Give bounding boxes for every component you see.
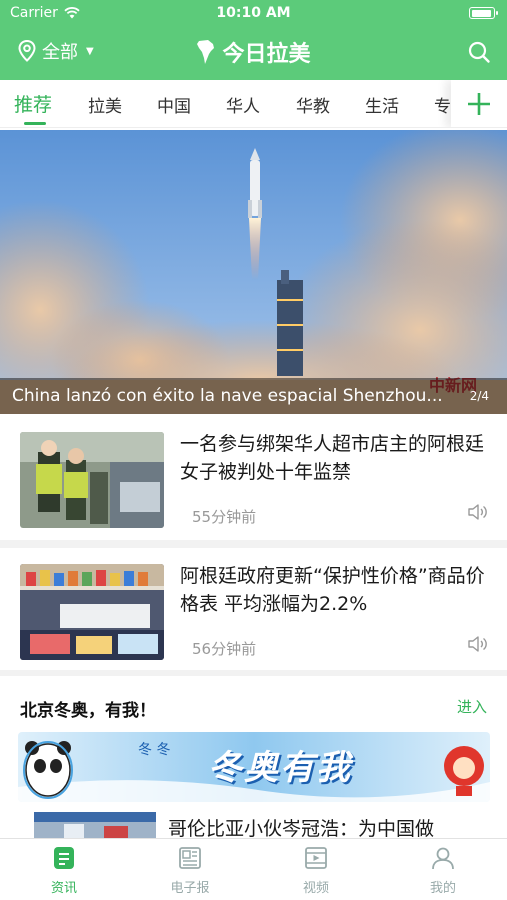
tabbar-profile[interactable]: 我的 [393, 845, 493, 896]
news-item[interactable]: 一名参与绑架华人超市店主的阿根廷女子被判处十年监禁 55分钟前 [0, 416, 507, 540]
category-tabs: 推荐 拉美 中国 华人 华教 生活 专 [0, 80, 507, 128]
banner-slogan: 冬奥有我 [208, 748, 352, 788]
tab-special[interactable]: 专 [434, 92, 451, 117]
nav-bar: 全部 ▼ 今日拉美 [0, 30, 507, 76]
speaker-icon[interactable] [467, 634, 489, 654]
status-bar: Carrier 10:10 AM [0, 0, 507, 28]
tabbar-profile-label: 我的 [429, 881, 456, 896]
video-icon [305, 847, 327, 869]
tabbar-video[interactable]: 视频 [266, 845, 366, 896]
search-icon[interactable] [467, 40, 491, 64]
tabbar-epaper[interactable]: 电子报 [140, 845, 240, 896]
special-topic-section: 北京冬奥，有我！ 进入 冬 冬 冬奥有我 哥伦比亚小伙岑冠浩：为中国做 [0, 676, 507, 846]
tabbar-news[interactable]: 资讯 [14, 845, 114, 896]
news-title: 阿根廷政府更新“保护性价格”商品价格表 平均涨幅为2.2% [180, 565, 485, 615]
svg-text:冬 冬: 冬 冬 [138, 742, 170, 758]
section-divider [0, 540, 507, 548]
tabbar-video-label: 视频 [302, 881, 329, 896]
hero-caption: China lanzó con éxito la nave espacial S… [0, 378, 507, 414]
plus-icon [468, 93, 490, 115]
carousel-counter: 2/4 [469, 389, 489, 403]
olympics-banner[interactable]: 冬 冬 冬奥有我 [18, 732, 490, 802]
news-thumbnail [20, 564, 164, 660]
active-tab-indicator [24, 122, 46, 125]
enter-link[interactable]: 进入 [457, 696, 487, 717]
tab-china[interactable]: 中国 [157, 92, 191, 117]
brand-label: 今日拉美 [222, 42, 311, 67]
tab-recommend[interactable]: 推荐 [14, 90, 52, 117]
latin-america-map-icon [197, 40, 215, 64]
news-time: 55分钟前 [192, 508, 257, 526]
topic-item-title[interactable]: 哥伦比亚小伙岑冠浩：为中国做 [168, 814, 434, 841]
speaker-icon[interactable] [467, 502, 489, 522]
app-header: Carrier 10:10 AM 全部 ▼ 今日拉美 [0, 0, 507, 80]
news-title: 一名参与绑架华人超市店主的阿根廷女子被判处十年监禁 [180, 433, 485, 483]
tab-chinese-community[interactable]: 华人 [226, 92, 260, 117]
newspaper-icon [179, 847, 201, 869]
tab-life[interactable]: 生活 [365, 92, 399, 117]
news-thumbnail [20, 432, 164, 528]
battery-icon [469, 7, 498, 19]
tabbar-epaper-label: 电子报 [170, 881, 210, 896]
tab-latin-america[interactable]: 拉美 [88, 92, 122, 117]
news-item[interactable]: 阿根廷政府更新“保护性价格”商品价格表 平均涨幅为2.2% 56分钟前 [0, 548, 507, 672]
news-icon [54, 847, 74, 869]
profile-icon [432, 847, 454, 870]
bottom-tab-bar: 资讯 电子报 视频 我的 [0, 838, 507, 900]
tabbar-news-label: 资讯 [50, 881, 77, 896]
brand-title: 今日拉美 [0, 36, 507, 68]
special-topic-title: 北京冬奥，有我！ [20, 701, 156, 721]
hero-carousel[interactable]: 中新网 China lanzó con éxito la nave espaci… [0, 130, 507, 414]
news-time: 56分钟前 [192, 640, 257, 658]
clock: 10:10 AM [216, 5, 291, 21]
add-channel-button[interactable] [451, 80, 507, 127]
tab-chinese-education[interactable]: 华教 [296, 92, 330, 117]
